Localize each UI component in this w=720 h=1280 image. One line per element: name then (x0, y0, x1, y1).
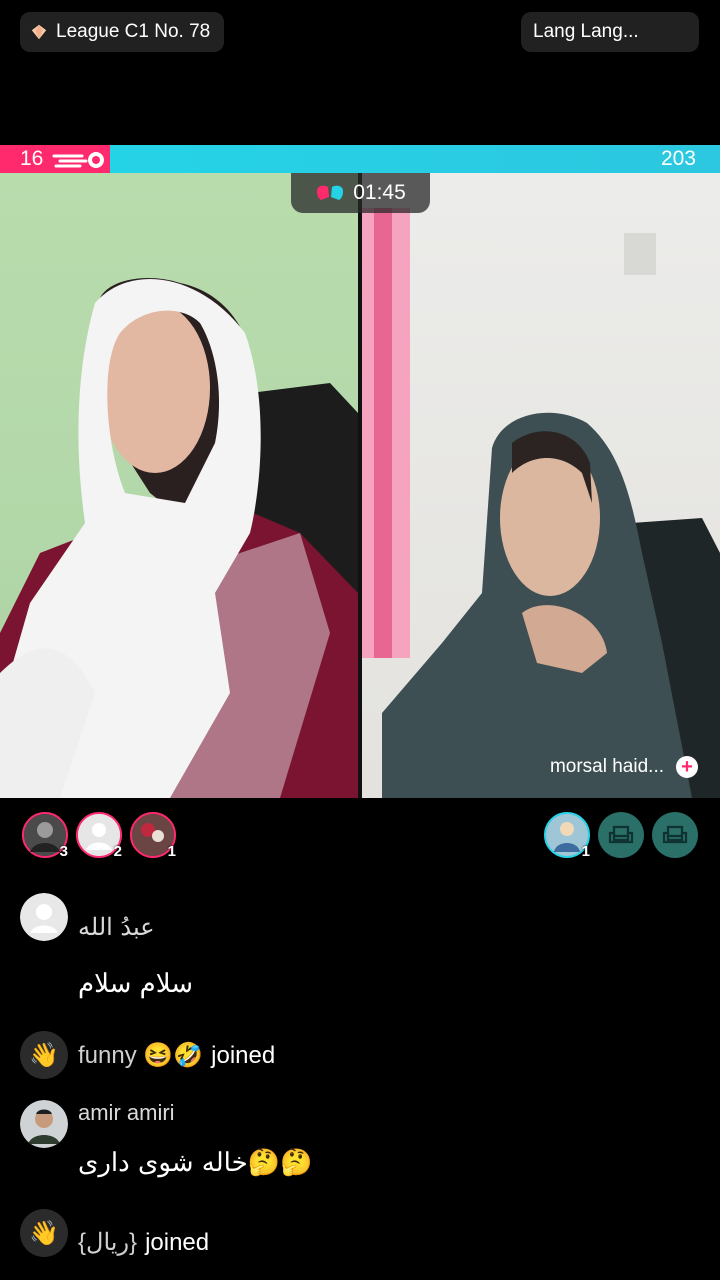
host-name: Lang Lang... (533, 21, 639, 42)
left-supporters: 3 2 1 (22, 812, 176, 860)
right-score-segment: 203 (110, 145, 720, 173)
diamond-icon (31, 24, 47, 40)
chat-message[interactable]: عبدُ الله سلام سلام (20, 893, 700, 999)
seat-icon (608, 825, 634, 844)
supporter-avatar[interactable]: 3 (22, 812, 68, 860)
left-score-segment: 16 (0, 145, 110, 173)
avatar-image (20, 1100, 68, 1148)
host-video-image (0, 278, 358, 798)
battle-score-bar: 16 203 (0, 145, 720, 173)
chat-text: خاله شوی داری🤔🤔 (78, 1148, 313, 1178)
default-avatar-icon (20, 893, 68, 941)
seat-icon (662, 825, 688, 844)
opponent-video-feed[interactable] (362, 173, 720, 798)
supporter-avatar[interactable]: 1 (544, 812, 590, 860)
chat-message[interactable]: amir amiri خاله شوی داری🤔🤔 (20, 1100, 700, 1178)
battle-gloves-icon (317, 185, 344, 200)
join-notification: 👋 {ریال} joined (20, 1208, 700, 1257)
follow-plus-icon[interactable]: + (676, 756, 698, 778)
supporter-rank: 1 (581, 843, 590, 860)
join-username[interactable]: funny 😆🤣 (78, 1042, 203, 1069)
supporter-avatar[interactable]: 2 (76, 812, 122, 860)
supporter-rank: 3 (59, 843, 68, 860)
league-badge[interactable]: League C1 No. 78 (20, 12, 225, 52)
wave-hand-icon: 👋 (20, 1031, 68, 1079)
host-video-feed[interactable] (0, 173, 358, 798)
join-action: joined (145, 1229, 210, 1256)
league-label: League C1 No. 78 (56, 21, 211, 42)
right-supporters: 1 (544, 812, 698, 860)
supporter-avatar[interactable]: 1 (130, 812, 176, 860)
join-notification: 👋 funny 😆🤣 joined (20, 1031, 700, 1079)
opponent-video-image (362, 208, 720, 798)
timer-value: 01:45 (353, 181, 406, 204)
right-score: 203 (660, 147, 696, 170)
host-name-pill[interactable]: Lang Lang... (521, 12, 699, 52)
chat-username[interactable]: amir amiri (78, 1100, 175, 1126)
join-username[interactable]: {ریال} (78, 1229, 137, 1256)
supporter-rank: 2 (113, 843, 122, 860)
streak-icon (52, 152, 104, 168)
chat-username[interactable]: عبدُ الله (78, 913, 155, 941)
supporter-rank: 1 (167, 843, 176, 860)
left-score: 16 (20, 147, 44, 170)
battle-timer: 01:45 (291, 173, 430, 213)
join-action: joined (211, 1041, 276, 1069)
wave-hand-icon: 👋 (20, 1208, 68, 1257)
chat-text: سلام سلام (78, 969, 194, 999)
opponent-nametag[interactable]: morsal haid... + (550, 752, 698, 782)
empty-seat[interactable] (652, 812, 698, 858)
opponent-name: morsal haid... (549, 756, 664, 777)
empty-seat[interactable] (598, 812, 644, 858)
